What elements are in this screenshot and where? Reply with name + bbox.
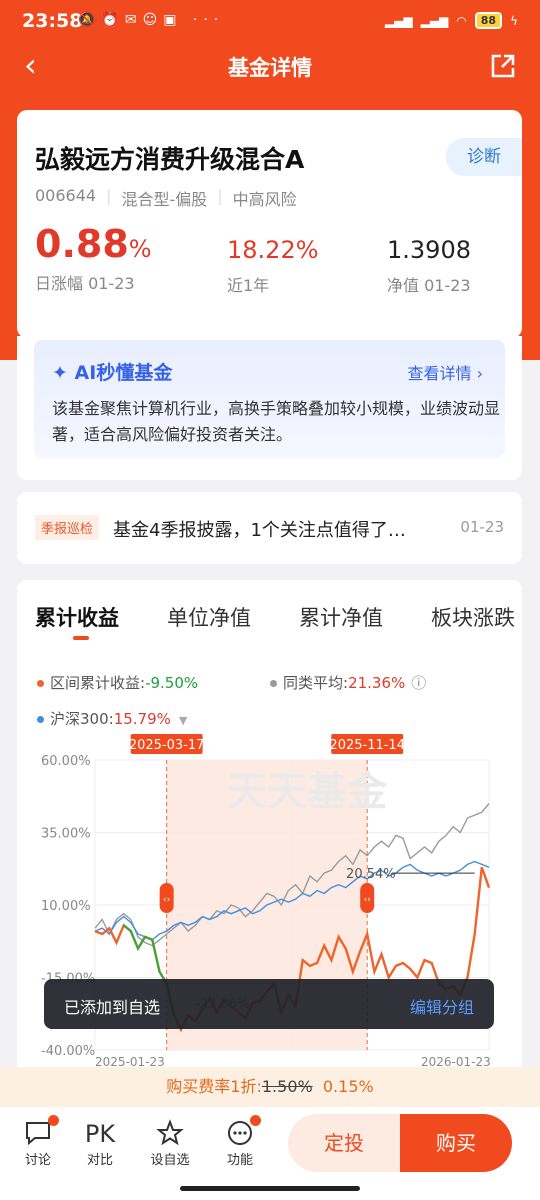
fee-promo-banner: 购买费率1折:1.50% 0.15% xyxy=(0,1067,540,1107)
signal-icon-2: ▂▄▆ xyxy=(420,13,449,28)
auto-invest-button[interactable]: 定投 xyxy=(288,1114,400,1172)
tab-unit-nav[interactable]: 单位净值 xyxy=(167,602,251,632)
dropdown-icon[interactable]: ▼ xyxy=(179,714,187,727)
selection-end-value: 20.54% xyxy=(346,867,396,882)
drag-handle-icon: ‹› xyxy=(163,895,170,905)
promo-prefix: 购买费率1折: xyxy=(166,1077,262,1096)
ai-summary-panel: ✦ AI秒懂基金 查看详情 › 该基金聚焦计算机行业，高换手策略叠加较小规模，业… xyxy=(34,340,505,458)
charging-icon: ϟ xyxy=(510,13,518,28)
notification-dot xyxy=(250,1115,261,1126)
fund-code: 006644 xyxy=(35,186,97,205)
fund-name: 弘毅远方消费升级混合A xyxy=(35,145,305,174)
daily-change-unit: % xyxy=(128,235,152,263)
nav-bar: ‹ 基金详情 xyxy=(0,44,540,90)
legend-interval-return: 区间累计收益:-9.50% xyxy=(37,672,198,693)
legend-dot xyxy=(37,680,44,687)
legend-peer-value: 21.36% xyxy=(348,674,406,692)
compare-button[interactable]: PK 对比 xyxy=(75,1119,125,1168)
year-return-metric: 18.22% 近1年 xyxy=(227,236,319,296)
add-watchlist-button[interactable]: 设自选 xyxy=(145,1119,195,1168)
legend-index: 沪深300:15.79% ▼ xyxy=(37,708,187,729)
daily-change-value: 0.88 xyxy=(35,222,129,266)
promo-new-rate: 0.15% xyxy=(322,1077,374,1096)
status-right: ▂▄▆ ▂▄▆ ◠ 88 ϟ xyxy=(385,12,518,29)
year-return-value: 18.22% xyxy=(227,236,319,264)
add-watchlist-label: 设自选 xyxy=(150,1153,190,1168)
edit-group-link[interactable]: 编辑分组 xyxy=(410,994,474,1018)
info-icon[interactable]: ⓘ xyxy=(411,674,426,692)
legend-index-value: 15.79% xyxy=(113,710,171,728)
sparkle-icon: ✦ xyxy=(52,362,75,384)
nav-label: 净值 01-23 xyxy=(387,276,471,295)
star-icon xyxy=(145,1119,195,1149)
tab-sector-change[interactable]: 板块涨跌 xyxy=(431,602,515,632)
y-tick-label: 10.00% xyxy=(41,899,91,914)
chart-tabs: 累计收益 单位净值 累计净值 板块涨跌 xyxy=(35,602,515,640)
legend-interval-label: 区间累计收益: xyxy=(50,674,146,692)
report-tag: 季报巡检 xyxy=(35,515,100,540)
fund-summary-card: 弘毅远方消费升级混合A 诊断 006644 | 混合型-偏股 | 中高风险 0.… xyxy=(17,110,522,338)
tag-divider: | xyxy=(217,186,223,205)
toast-notification: 已添加到自选 编辑分组 xyxy=(44,979,494,1029)
compare-label: 对比 xyxy=(86,1153,113,1168)
selection-start-date: 2025-03-17 xyxy=(129,738,205,753)
tag-divider: | xyxy=(106,186,112,205)
status-time: 23:58 xyxy=(22,10,83,32)
notification-dot xyxy=(48,1115,59,1126)
y-tick-label: 60.00% xyxy=(41,754,91,769)
fund-tags: 006644 | 混合型-偏股 | 中高风险 xyxy=(35,186,297,210)
selection-end-date: 2025-11-14 xyxy=(329,738,405,753)
tab-accumulated-nav[interactable]: 累计净值 xyxy=(299,602,383,632)
nav-value: 1.3908 xyxy=(387,236,471,264)
tab-cumulative-return[interactable]: 累计收益 xyxy=(35,602,119,640)
battery-indicator: 88 xyxy=(474,12,503,29)
daily-change-label: 日涨幅 01-23 xyxy=(35,274,135,293)
legend-dot xyxy=(270,680,277,687)
y-tick-label: 35.00% xyxy=(41,827,91,842)
legend-index-label: 沪深300: xyxy=(50,710,114,728)
year-return-label: 近1年 xyxy=(227,276,270,295)
legend-peer-average: 同类平均:21.36% ⓘ xyxy=(270,672,426,693)
ai-title: ✦ AI秒懂基金 xyxy=(52,358,172,385)
wifi-icon: ◠ xyxy=(456,13,467,28)
page-title: 基金详情 xyxy=(228,56,312,80)
legend-interval-value: -9.50% xyxy=(145,674,199,692)
nav-metric: 1.3908 净值 01-23 xyxy=(387,236,471,296)
ai-summary-text: 该基金聚焦计算机行业，高换手策略叠加较小规模，业绩波动显著，适合高风险偏好投资者… xyxy=(52,399,501,444)
report-notice-card[interactable]: 季报巡检 基金4季报披露，1个关注点值得了… 01-23 xyxy=(17,492,522,564)
drag-handle-icon: ‹› xyxy=(364,895,371,905)
diagnose-button[interactable]: 诊断 xyxy=(446,138,522,176)
daily-change-metric: 0.88% 日涨幅 01-23 xyxy=(35,222,152,294)
functions-label: 功能 xyxy=(226,1153,253,1168)
chart-watermark: 天天基金 xyxy=(227,768,388,815)
signal-icon: ▂▄▆ xyxy=(384,13,413,28)
pk-icon: PK xyxy=(84,1120,116,1148)
report-date: 01-23 xyxy=(460,518,504,536)
report-text: 基金4季报披露，1个关注点值得了… xyxy=(113,520,406,541)
discuss-button[interactable]: 讨论 xyxy=(13,1115,63,1168)
more-icon xyxy=(215,1115,265,1149)
home-indicator xyxy=(180,1186,360,1191)
promo-old-rate: 1.50% xyxy=(261,1077,313,1096)
chat-icon xyxy=(13,1115,63,1149)
y-tick-label: -40.00% xyxy=(41,1044,95,1059)
legend-peer-label: 同类平均: xyxy=(283,674,349,692)
functions-button[interactable]: 功能 xyxy=(215,1115,265,1168)
discuss-label: 讨论 xyxy=(24,1153,51,1168)
status-bar: 23:58 🔕⏰✉☺▣ ··· ▂▄▆ ▂▄▆ ◠ 88 ϟ xyxy=(0,0,540,44)
status-notification-icons: 🔕⏰✉☺▣ ··· xyxy=(78,12,225,28)
buy-button[interactable]: 购买 xyxy=(400,1114,512,1172)
ai-summary-card[interactable]: ✦ AI秒懂基金 查看详情 › 该基金聚焦计算机行业，高换手策略叠加较小规模，业… xyxy=(17,336,522,480)
legend-dot xyxy=(37,716,44,723)
share-icon[interactable] xyxy=(490,53,516,79)
ai-more-link[interactable]: 查看详情 › xyxy=(408,360,484,384)
fund-type: 混合型-偏股 xyxy=(121,190,208,209)
ai-title-text: AI秒懂基金 xyxy=(74,362,173,384)
fund-risk: 中高风险 xyxy=(232,190,297,209)
toast-message: 已添加到自选 xyxy=(64,998,161,1017)
